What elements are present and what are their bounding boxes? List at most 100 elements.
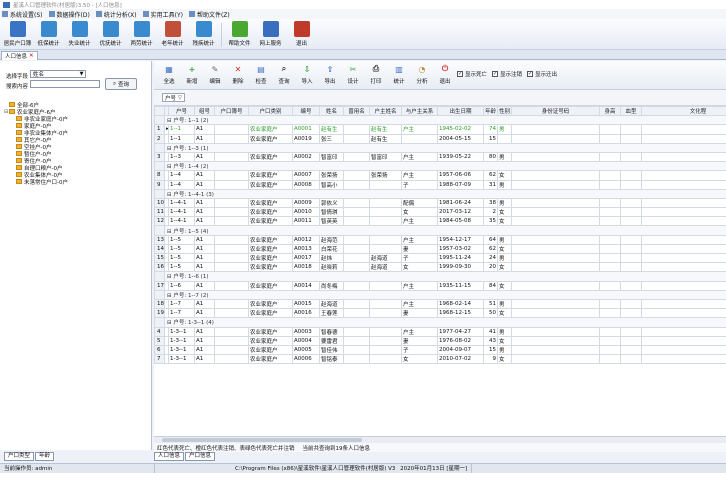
table-cell[interactable]: 43 (483, 335, 498, 346)
table-cell[interactable] (599, 179, 621, 190)
table-cell[interactable]: 白荣花 (319, 243, 344, 255)
table-cell[interactable] (214, 179, 249, 190)
table-row[interactable]: 7 1-3--1 A1 农业家庭户 A0006 智铭泰女 2010-07-02 9 女 (154, 354, 726, 365)
table-cell[interactable] (620, 170, 642, 181)
table-cell[interactable] (369, 243, 402, 255)
table-cell[interactable] (620, 298, 642, 310)
table-cell[interactable]: A0011 (292, 216, 320, 227)
table-cell[interactable] (620, 207, 642, 218)
table-cell[interactable]: 女 (401, 262, 438, 273)
table-cell[interactable] (599, 170, 621, 181)
table-cell[interactable]: 农业家庭户 (248, 243, 293, 255)
record-button-3[interactable]: ✕ 删除 (227, 61, 249, 89)
table-cell[interactable]: 农业家庭户 (248, 234, 293, 245)
table-cell[interactable]: A1 (194, 234, 215, 245)
group-row[interactable]: ⊟ 户号: 1--6 (1) (154, 271, 726, 282)
table-cell[interactable] (641, 298, 726, 310)
table-cell[interactable] (599, 298, 621, 310)
table-cell[interactable] (511, 234, 600, 245)
table-cell[interactable] (641, 335, 726, 346)
table-cell[interactable] (599, 308, 621, 319)
table-cell[interactable] (343, 298, 370, 310)
table-cell[interactable] (620, 354, 642, 365)
table-cell[interactable]: 赵炜 (319, 252, 344, 264)
column-header[interactable]: 曾用名 (343, 106, 370, 117)
table-cell[interactable] (214, 151, 249, 163)
table-cell[interactable] (599, 354, 621, 365)
table-cell[interactable] (511, 179, 600, 190)
table-cell[interactable] (511, 308, 600, 319)
table-cell[interactable]: 赵有生 (369, 124, 402, 135)
table-cell[interactable]: 男 (497, 197, 512, 209)
table-cell[interactable] (343, 179, 370, 190)
table-cell[interactable]: 赵晓莉 (319, 262, 344, 273)
table-cell[interactable]: 男 (497, 252, 512, 264)
table-row[interactable]: 10 1--4-1 A1 农业家庭户 A0009 郭依义 配偶 1981-06-24 38 男 (154, 197, 726, 209)
table-row[interactable]: 16 1--5 A1 农业家庭户 A0018 赵晓莉 赵海道女 1999-09-30 20 女 (154, 262, 726, 273)
table-cell[interactable]: 张三 (319, 133, 344, 144)
table-cell[interactable]: 62 (483, 170, 498, 181)
record-button-12[interactable]: ⏻ 退出 (434, 61, 456, 89)
table-cell[interactable]: 女 (497, 308, 512, 319)
bottom-tab-1[interactable]: 户口信息 (185, 452, 216, 461)
table-cell[interactable]: 1--1 (168, 124, 195, 135)
record-button-5[interactable]: ⌕ 查询 (273, 61, 295, 89)
table-cell[interactable]: A0006 (292, 354, 320, 365)
table-cell[interactable]: A1 (194, 133, 215, 144)
table-cell[interactable]: A0015 (292, 298, 320, 310)
table-row[interactable]: 12 1--4-1 A1 农业家庭户 A0011 智英英 户主 1984-05-08 35 女 (154, 216, 726, 227)
table-cell[interactable]: 智高小 (319, 179, 344, 190)
record-button-9[interactable]: ⎙ 打印 (365, 61, 387, 89)
option-checkbox-2[interactable]: ✓ 显示迁出 (527, 69, 557, 79)
table-cell[interactable]: A1 (194, 335, 215, 346)
table-cell[interactable] (369, 197, 402, 209)
column-header[interactable]: 编号 (292, 106, 320, 117)
table-cell[interactable]: 1-3--1 (168, 344, 195, 356)
table-cell[interactable] (620, 124, 642, 135)
table-cell[interactable]: 要雷君 (319, 335, 344, 346)
table-cell[interactable]: A0009 (292, 197, 320, 209)
table-cell[interactable]: A1 (194, 124, 215, 135)
table-cell[interactable]: 1--4-1 (168, 216, 195, 227)
table-cell[interactable] (599, 234, 621, 245)
table-row[interactable]: 17 1--6 A1 农业家庭户 A0014 尚冬梅 户主 1935-11-15 84 女 (154, 280, 726, 291)
table-cell[interactable] (511, 243, 600, 255)
menu-item-1[interactable]: 数据操作(D) (48, 10, 90, 19)
table-cell[interactable] (641, 170, 726, 181)
table-cell[interactable]: A1 (194, 243, 215, 255)
table-cell[interactable] (620, 262, 642, 273)
table-cell[interactable]: 农业家庭户 (248, 197, 293, 209)
table-cell[interactable] (599, 207, 621, 218)
table-cell[interactable]: 2017-03-12 (437, 207, 484, 218)
record-button-7[interactable]: ⇧ 导出 (319, 61, 341, 89)
table-cell[interactable]: A1 (194, 216, 215, 227)
table-cell[interactable] (401, 133, 438, 144)
table-cell[interactable]: 户主 (401, 124, 438, 135)
table-cell[interactable] (214, 133, 249, 144)
table-cell[interactable] (214, 354, 249, 365)
table-cell[interactable]: 2 (483, 207, 498, 218)
column-header[interactable]: 年龄 (483, 106, 498, 117)
table-cell[interactable]: 妻 (401, 308, 438, 319)
table-cell[interactable] (620, 344, 642, 356)
group-by-tag[interactable]: 户号 ▽ (162, 93, 185, 102)
table-cell[interactable] (369, 234, 402, 245)
table-cell[interactable]: 农业家庭户 (248, 179, 293, 190)
table-cell[interactable] (369, 298, 402, 310)
table-cell[interactable]: 15 (483, 133, 498, 144)
table-cell[interactable]: 子 (401, 344, 438, 356)
table-cell[interactable] (641, 124, 726, 135)
option-checkbox-1[interactable]: ✓ 显示注销 (492, 69, 522, 79)
table-cell[interactable]: 9 (483, 354, 498, 365)
toolbar-button-5[interactable]: 老年统计 (159, 19, 186, 50)
table-cell[interactable] (343, 354, 370, 365)
table-cell[interactable]: A1 (194, 354, 215, 365)
table-cell[interactable] (369, 326, 402, 337)
table-cell[interactable] (599, 197, 621, 209)
table-cell[interactable]: 子 (401, 252, 438, 264)
table-cell[interactable] (641, 354, 726, 365)
table-row[interactable]: 2 1--1 A1 农业家庭户 A0019 张三 赵有生 2004-05-15 15 (154, 133, 726, 144)
table-cell[interactable]: 子 (401, 179, 438, 190)
table-cell[interactable]: 1945-02-02 (437, 124, 484, 135)
table-cell[interactable]: 1--4 (168, 179, 195, 190)
